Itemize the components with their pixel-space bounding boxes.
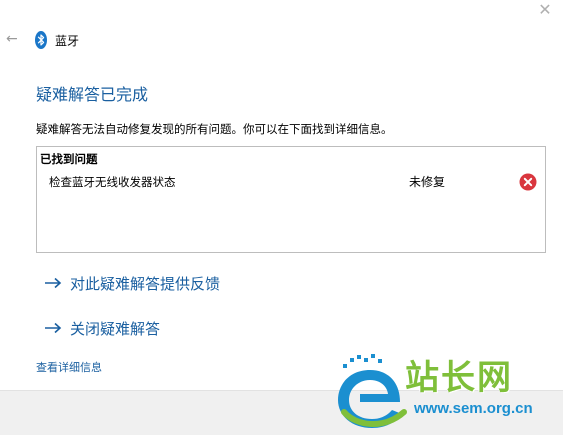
bluetooth-icon xyxy=(35,31,47,49)
window-header: 蓝牙 xyxy=(35,30,79,50)
close-troubleshooter-link[interactable]: 关闭疑难解答 xyxy=(44,318,160,338)
back-button[interactable]: ← xyxy=(6,31,20,47)
problem-status: 未修复 xyxy=(409,175,446,189)
problem-name: 检查蓝牙无线收发器状态 xyxy=(49,175,176,189)
watermark-url: www.sem.org.cn xyxy=(414,400,533,417)
close-troubleshooter-label: 关闭疑难解答 xyxy=(70,319,161,338)
description-text: 疑难解答无法自动修复发现的所有问题。你可以在下面找到详细信息。 xyxy=(36,122,393,136)
view-details-link[interactable]: 查看详细信息 xyxy=(36,359,102,375)
arrow-right-icon xyxy=(45,322,62,334)
close-button[interactable]: ✕ xyxy=(535,0,555,20)
problems-header: 已找到问题 xyxy=(40,152,98,166)
arrow-right-icon xyxy=(45,277,62,289)
feedback-link-label: 对此疑难解答提供反馈 xyxy=(70,274,221,293)
page-title: 疑难解答已完成 xyxy=(36,85,149,104)
watermark-logo-icon xyxy=(338,354,407,428)
watermark: 站长网 www.sem.org.cn xyxy=(330,352,555,434)
header-title: 蓝牙 xyxy=(55,33,80,48)
problem-row[interactable]: 检查蓝牙无线收发器状态 未修复 xyxy=(37,173,545,192)
problems-panel: 已找到问题 检查蓝牙无线收发器状态 未修复 xyxy=(36,146,546,253)
watermark-text: 站长网 xyxy=(405,358,513,398)
feedback-link[interactable]: 对此疑难解答提供反馈 xyxy=(44,273,220,293)
error-icon xyxy=(519,173,537,191)
